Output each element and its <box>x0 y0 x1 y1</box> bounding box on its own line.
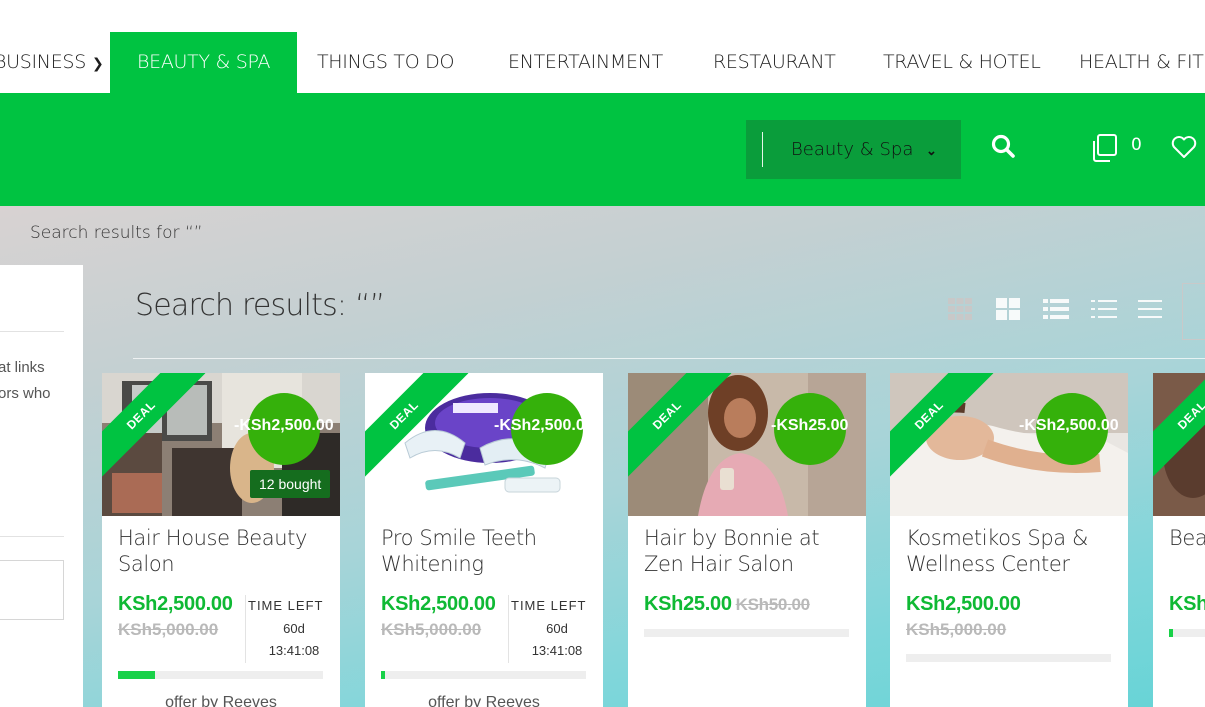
deal-image[interactable]: DEAL -KSh2,500.00 12 bought <box>102 373 340 516</box>
breadcrumb: Search results for “” <box>30 223 203 243</box>
main-content: Search results for “” at links ors who S… <box>0 206 1205 707</box>
list-plain-icon[interactable] <box>1137 298 1163 320</box>
chevron-down-icon: ❯ <box>91 56 104 72</box>
time-left-label: TIME LEFT <box>511 598 587 613</box>
sidebar: at links ors who <box>0 265 83 707</box>
page-title: Search results: “” <box>135 288 385 323</box>
time-left-clock: 13:41:08 <box>531 643 583 658</box>
sold-progress-bar <box>1169 629 1205 637</box>
nav-item-things-to-do[interactable]: THINGS TO DO <box>317 32 454 93</box>
sidebar-text-line: at links <box>0 359 45 376</box>
grid-small-icon[interactable] <box>947 298 973 320</box>
nav-item-travel-hotel[interactable]: TRAVEL & HOTEL <box>883 32 1041 93</box>
header-bar: Beauty & Spa ⌄ 0 <box>0 93 1205 206</box>
compare-icon[interactable] <box>1090 133 1120 163</box>
category-select[interactable]: Beauty & Spa ⌄ <box>746 120 961 179</box>
nav-item-label: TRAVEL & HOTEL <box>883 51 1041 73</box>
deal-card[interactable]: DEAL Beauty & Wellness KSh <box>1153 373 1205 707</box>
time-left-clock: 13:41:08 <box>268 643 320 658</box>
sold-progress-bar <box>644 629 849 637</box>
nav-item-beauty-spa[interactable]: BEAUTY & SPA <box>110 32 298 93</box>
discount-value: -KSh2,500.00 <box>494 417 594 434</box>
nav-item-health-fitness[interactable]: HEALTH & FITN <box>1079 32 1205 93</box>
divider <box>245 595 246 663</box>
deal-title[interactable]: Hair House Beauty Salon <box>118 525 333 577</box>
time-left-days: 60d <box>283 621 305 636</box>
divider <box>0 331 64 332</box>
nav-item-label: RESTAURANT <box>713 51 836 73</box>
sold-progress-bar <box>906 654 1111 662</box>
deal-old-price: KSh5,000.00 <box>906 620 1007 639</box>
deal-image[interactable]: DEAL -KSh2,500.00 <box>890 373 1128 516</box>
deal-card[interactable]: DEAL -KSh2,500.00 12 bought Hair House B… <box>102 373 340 707</box>
bought-count-badge: 12 bought <box>250 470 331 498</box>
discount-value: -KSh25.00 <box>771 417 849 434</box>
divider <box>133 358 1205 359</box>
deal-card[interactable]: DEAL -KSh2,500.00 Kosmetikos Spa & Welln… <box>890 373 1128 707</box>
deal-price: KSh <box>1169 593 1205 615</box>
list-compact-icon[interactable] <box>1091 298 1117 320</box>
nav-item-entertainment[interactable]: ENTERTAINMENT <box>508 32 663 93</box>
category-select-value: Beauty & Spa <box>791 139 914 160</box>
deal-price: KSh25.00 KSh50.00 <box>644 593 810 616</box>
list-icon[interactable] <box>1043 298 1069 320</box>
deal-old-price: KSh50.00 <box>735 595 810 614</box>
deal-title[interactable]: Pro Smile Teeth Whitening <box>381 525 596 577</box>
nav-item-label: BUSINESS <box>0 51 86 73</box>
compare-count: 0 <box>1131 135 1142 155</box>
offer-by[interactable]: offer by Reeves <box>102 694 340 707</box>
deal-image[interactable]: DEAL -KSh25.00 <box>628 373 866 516</box>
divider <box>0 536 64 537</box>
deal-title[interactable]: Kosmetikos Spa & Wellness Center <box>906 525 1121 577</box>
nav-item-label: BEAUTY & SPA <box>137 51 271 73</box>
sidebar-input[interactable] <box>0 560 64 620</box>
nav-item-label: HEALTH & FITN <box>1079 51 1205 73</box>
nav-item-label: ENTERTAINMENT <box>508 51 663 73</box>
search-icon[interactable] <box>990 133 1018 161</box>
sold-progress-fill <box>381 671 386 679</box>
deal-old-price: KSh5,000.00 <box>381 620 482 639</box>
nav-item-business[interactable]: BUSINESS ❯ <box>0 32 104 93</box>
nav-item-label: THINGS TO DO <box>317 51 455 73</box>
discount-value: -KSh2,500.00 <box>234 417 334 434</box>
nav-item-restaurant[interactable]: RESTAURANT <box>713 32 836 93</box>
deal-card[interactable]: DEAL -KSh25.00 Hair by Bonnie at Zen Hai… <box>628 373 866 707</box>
sidebar-text: at links ors who <box>0 355 51 407</box>
divider <box>508 595 509 663</box>
deal-price: KSh2,500.00 <box>381 593 496 615</box>
deal-title[interactable]: Hair by Bonnie at Zen Hair Salon <box>644 525 859 577</box>
heart-icon[interactable] <box>1170 133 1198 161</box>
deal-title[interactable]: Beauty & Wellness <box>1169 525 1205 551</box>
sidebar-text-line: ors who <box>0 385 51 402</box>
deal-price-value: KSh25.00 <box>644 593 732 615</box>
sort-select[interactable] <box>1182 283 1205 340</box>
top-navigation: BUSINESS ❯ BEAUTY & SPA THINGS TO DO ENTE… <box>0 0 1205 93</box>
deal-price: KSh2,500.00 <box>118 593 233 615</box>
deal-price: KSh2,500.00 <box>906 593 1021 615</box>
chevron-down-icon: ⌄ <box>926 143 937 158</box>
sold-progress-fill <box>118 671 155 679</box>
grid-large-icon[interactable] <box>995 298 1021 320</box>
time-left-days: 60d <box>546 621 568 636</box>
deal-image[interactable]: DEAL <box>1153 373 1205 516</box>
sold-progress-fill <box>1169 629 1174 637</box>
deal-card[interactable]: DEAL -KSh2,500.00 Pro Smile Teeth Whiten… <box>365 373 603 707</box>
divider <box>762 132 763 167</box>
sold-progress-bar <box>381 671 586 679</box>
offer-by[interactable]: offer by Reeves <box>365 694 603 707</box>
time-left-label: TIME LEFT <box>248 598 324 613</box>
discount-value: -KSh2,500.00 <box>1019 417 1119 434</box>
deal-old-price: KSh5,000.00 <box>118 620 219 639</box>
sold-progress-bar <box>118 671 323 679</box>
deal-image[interactable]: DEAL -KSh2,500.00 <box>365 373 603 516</box>
